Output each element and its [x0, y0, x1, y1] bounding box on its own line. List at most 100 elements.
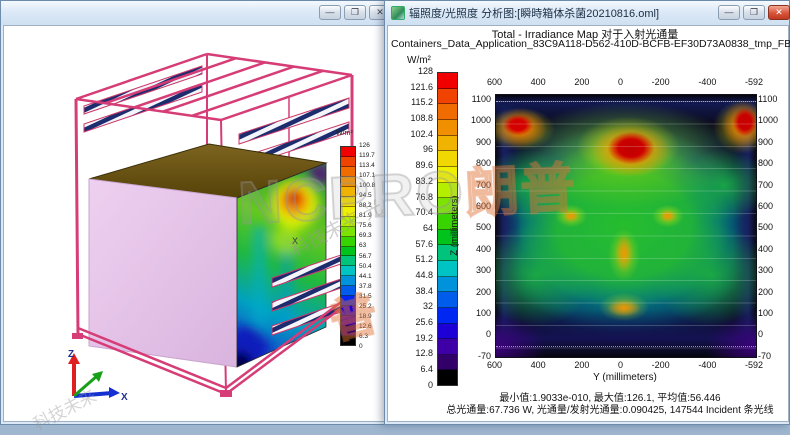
colorbar-cell	[438, 136, 457, 152]
axis-tick-label: -70	[465, 352, 491, 360]
colorbar-cell	[341, 147, 355, 157]
stats-line-flux: 总光通量:67.736 W, 光通量/发射光通量:0.090425, 14754…	[430, 401, 790, 416]
colorbar-tick-label: 32	[423, 302, 433, 310]
colorbar-tick-label: 108.8	[410, 114, 433, 122]
colorbar-tick-label: 83.2	[415, 177, 433, 185]
axis-tick-label: 300	[465, 266, 491, 274]
close-button[interactable]: ✕	[768, 5, 790, 20]
colorbar-cell	[341, 207, 355, 217]
colorbar-cell	[438, 89, 457, 105]
colorbar-cell	[341, 237, 355, 247]
colorbar-cell	[438, 104, 457, 120]
right-window-controls: — ❐ ✕	[718, 5, 790, 20]
axis-tick-label: 400	[531, 360, 546, 370]
legend-unit-label: W/m²	[336, 130, 353, 137]
irradiance-heatmap[interactable]	[495, 94, 757, 358]
model-3d-window: — ❐ ✕	[0, 0, 394, 425]
irradiance-map-window: 辐照度/光照度 分析图:[瞬時箱体杀菌20210816.oml] — ❐ ✕ T…	[384, 0, 790, 425]
colorbar-tick-label: 12.8	[415, 349, 433, 357]
colorbar-cell	[341, 306, 355, 316]
left-axis-labels: 110010009008007006005004003002001000-70	[465, 95, 491, 360]
axis-tick-label: 600	[487, 77, 502, 87]
colorbar-tick-label: 51.2	[415, 255, 433, 263]
colorbar-cell	[341, 316, 355, 326]
colorbar-cell	[341, 336, 355, 345]
axis-tick-label: 800	[758, 159, 788, 167]
colorbar-tick-label: 57.6	[415, 240, 433, 248]
legend-colorbar	[340, 146, 356, 346]
colorbar-cell	[341, 247, 355, 257]
colorbar-cell	[341, 276, 355, 286]
colorbar-tick-label: 44.8	[415, 271, 433, 279]
axis-tick-label: 700	[758, 181, 788, 189]
scene-x-label: X	[292, 236, 298, 246]
axis-tick-label: -400	[698, 77, 716, 87]
axis-tick-label: -200	[652, 360, 670, 370]
axis-tick-label: 200	[574, 360, 589, 370]
axis-tick-label: 400	[465, 245, 491, 253]
colorbar-cell	[341, 256, 355, 266]
colorbar-cell	[341, 197, 355, 207]
axis-tick-label: 200	[758, 288, 788, 296]
axis-tick-label: 500	[758, 223, 788, 231]
axis-tick-label: -70	[758, 352, 788, 360]
colorbar-cell	[438, 120, 457, 136]
right-axis-labels: 110010009008007006005004003002001000-70	[758, 95, 788, 360]
colorbar-tick-label: 128	[418, 67, 433, 75]
window-icon	[391, 6, 405, 20]
left-window-controls: — ❐ ✕	[319, 5, 391, 20]
colorbar-cell	[438, 73, 457, 89]
colorbar-cell	[341, 217, 355, 227]
restore-button[interactable]: ❐	[344, 5, 366, 20]
axis-tick-label: 1100	[465, 95, 491, 103]
axis-tick-label: 900	[758, 138, 788, 146]
axis-tick-label: 100	[465, 309, 491, 317]
axis-tick-label: -200	[652, 77, 670, 87]
top-axis-labels: 6004002000-200-400-592	[487, 77, 763, 87]
x-axis-title: Y (millimeters)	[495, 372, 755, 383]
axis-tick-label: 600	[487, 360, 502, 370]
axis-tick-label: 1100	[758, 95, 788, 103]
colorbar-labels: 128121.6115.2108.8102.49689.683.276.870.…	[389, 67, 433, 389]
colorbar-cell	[341, 187, 355, 197]
bottom-axis-labels: 6004002000-200-400-592	[487, 360, 763, 370]
colorbar-cell	[438, 324, 457, 340]
model-3d-viewport[interactable]: Z X X W/m² 126119.7113.4107.1100.894.588…	[3, 25, 391, 422]
axis-tick-label: 400	[758, 245, 788, 253]
axis-tick-label: 0	[618, 360, 623, 370]
colorbar-tick-label: 121.6	[410, 83, 433, 91]
colorbar-cell	[438, 292, 457, 308]
x-axis-label: X	[121, 392, 128, 403]
colorbar-tick-label: 102.4	[410, 130, 433, 138]
map-source-file: Containers_Data_Application_83C9A118-D56…	[391, 38, 790, 50]
axis-tick-label: 200	[574, 77, 589, 87]
colorbar-cell	[341, 266, 355, 276]
colorbar-cell	[438, 339, 457, 355]
colorbar-cell	[341, 326, 355, 336]
z-axis-label: Z	[68, 349, 74, 360]
colorbar-tick-label: 38.4	[415, 287, 433, 295]
axis-tick-label: 900	[465, 138, 491, 146]
gridline-1100	[496, 101, 756, 102]
axis-tick-label: 400	[531, 77, 546, 87]
axis-tick-label: 0	[465, 330, 491, 338]
minimize-button[interactable]: —	[718, 5, 740, 20]
container-3d-scene[interactable]: Z X X	[4, 26, 391, 422]
minimize-button[interactable]: —	[319, 5, 341, 20]
axis-tick-label: 300	[758, 266, 788, 274]
axis-triad: Z X	[68, 349, 128, 403]
gridline-0	[496, 346, 756, 347]
colorbar-tick-label: 19.2	[415, 334, 433, 342]
axis-tick-label: 0	[758, 330, 788, 338]
axis-tick-label: 1000	[465, 116, 491, 124]
axis-tick-label: 600	[465, 202, 491, 210]
colorbar-unit-label: W/m²	[407, 55, 431, 66]
colorbar-cell	[341, 167, 355, 177]
colorbar-tick-label: 89.6	[415, 161, 433, 169]
x-axis-arrow	[74, 393, 112, 396]
axis-tick-label: -400	[698, 360, 716, 370]
colorbar-cell	[341, 296, 355, 306]
colorbar-tick-label: 64	[423, 224, 433, 232]
colorbar-cell	[341, 227, 355, 237]
restore-button[interactable]: ❐	[743, 5, 765, 20]
